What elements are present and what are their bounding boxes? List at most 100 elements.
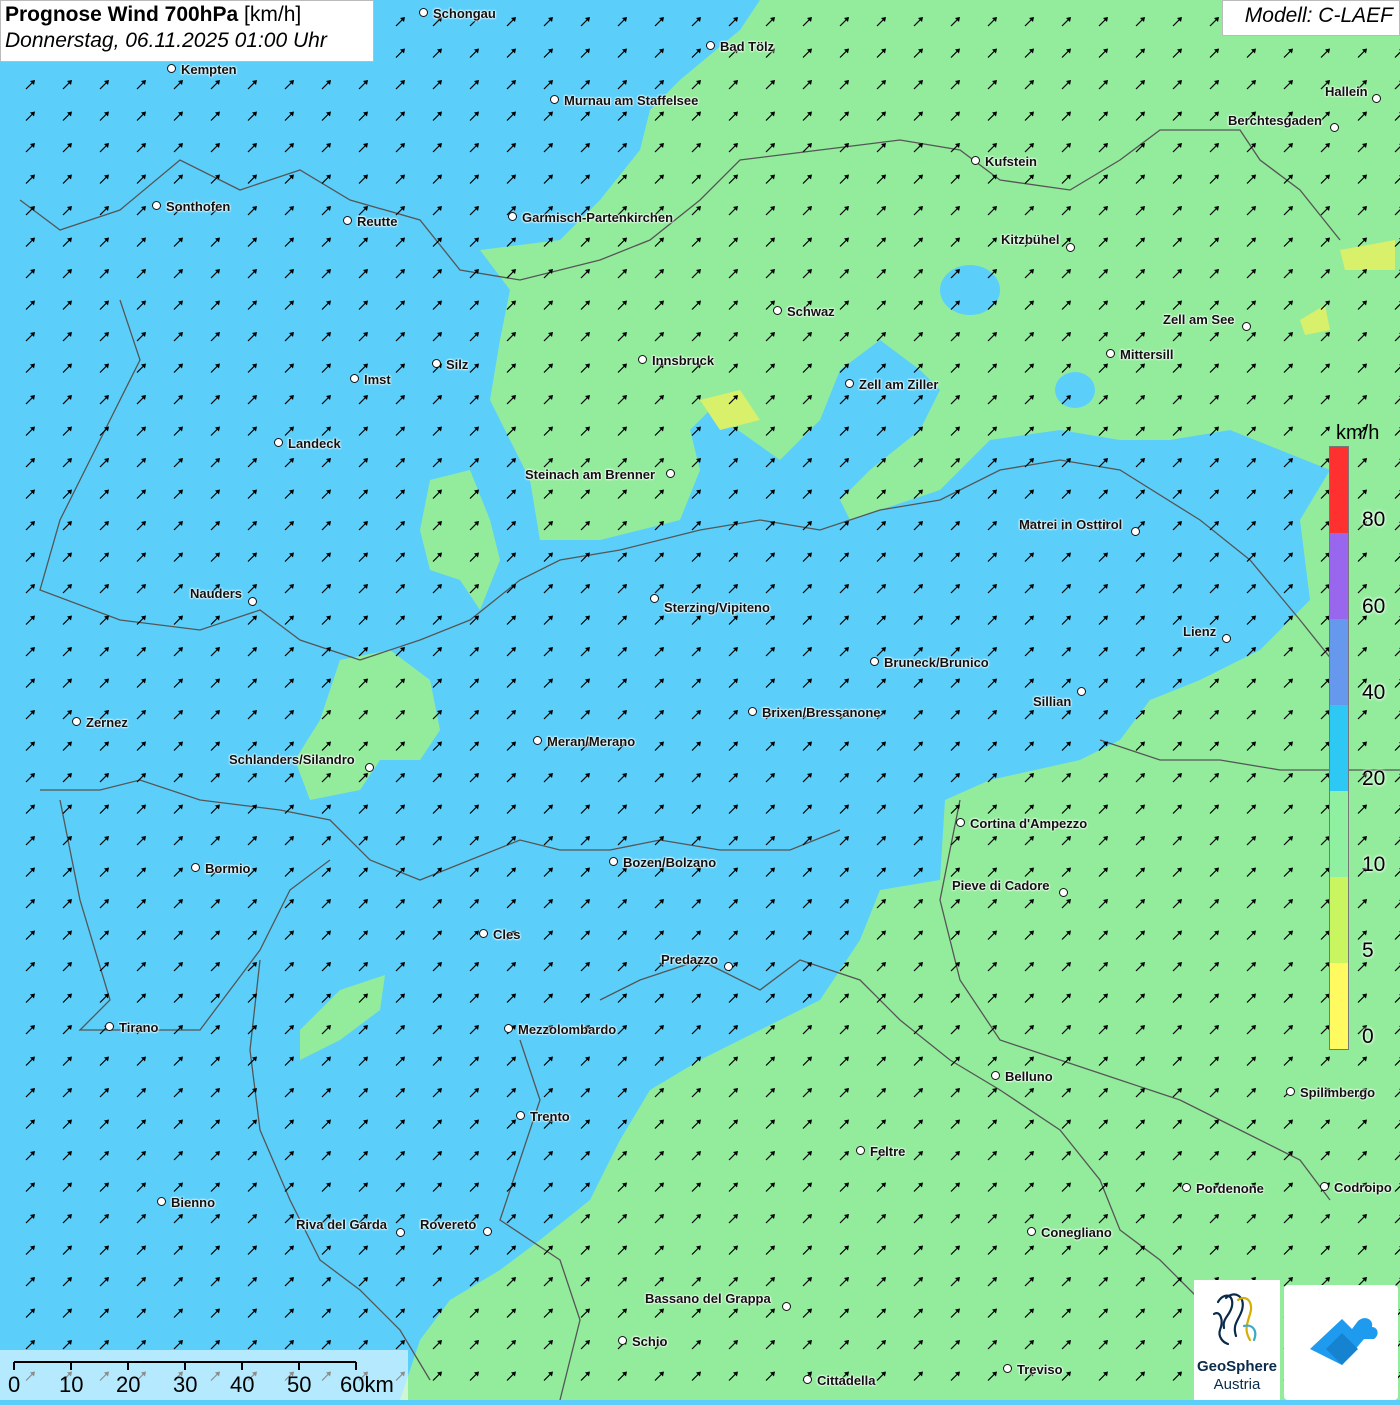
city-label: Conegliano: [1041, 1225, 1112, 1240]
legend-label: 0: [1362, 1025, 1374, 1048]
legend-label: 10: [1362, 853, 1386, 876]
blue-patch-kitzbuehel: [940, 265, 1000, 315]
city-label: Mittersill: [1120, 347, 1174, 362]
map-title-unit: [km/h]: [244, 3, 302, 26]
city-marker-dot: [748, 707, 757, 716]
city-label: Pieve di Cadore: [952, 878, 1050, 893]
city-label: Zell am Ziller: [859, 377, 939, 392]
legend-label: 20: [1362, 767, 1386, 790]
city-marker-dot: [419, 8, 428, 17]
model-label: Modell: C-LAEF: [1222, 0, 1400, 36]
city-marker-dot: [396, 1228, 405, 1237]
city-marker-dot: [856, 1146, 865, 1155]
city-marker-dot: [248, 597, 257, 606]
city-label: Cortina d'Ampezzo: [970, 816, 1088, 831]
city-label: Kitzbühel: [1001, 232, 1060, 247]
city-label: Trento: [530, 1109, 570, 1124]
city-label: Reutte: [357, 214, 398, 229]
city-label: Schlanders/Silandro: [229, 752, 355, 767]
city-label: Tirano: [119, 1020, 159, 1035]
scale-label: 30: [173, 1372, 198, 1397]
city-marker-dot: [350, 374, 359, 383]
city-label: Meran/Merano: [547, 734, 636, 749]
city-marker-dot: [167, 64, 176, 73]
city-marker-dot: [479, 929, 488, 938]
legend-unit: km/h: [1336, 422, 1380, 444]
legend-label: 5: [1362, 939, 1374, 962]
city-marker-dot: [274, 438, 283, 447]
city-marker-dot: [1242, 322, 1251, 331]
city-label: Imst: [364, 372, 391, 387]
city-marker-dot: [105, 1022, 114, 1031]
city-marker-dot: [1182, 1183, 1191, 1192]
scale-label: 40: [230, 1372, 255, 1397]
city-marker-dot: [504, 1024, 513, 1033]
legend-swatch-40: [1330, 619, 1348, 705]
city-marker-dot: [550, 95, 559, 104]
city-label: Garmisch-Partenkirchen: [522, 210, 674, 225]
city-label: Bruneck/Brunico: [884, 655, 989, 670]
city-marker-dot: [516, 1111, 525, 1120]
city-label: Sonthofen: [166, 199, 231, 214]
city-marker-dot: [365, 763, 374, 772]
city-marker-dot: [1106, 349, 1115, 358]
city-marker-dot: [508, 212, 517, 221]
legend-swatch-20: [1330, 705, 1348, 791]
city-label: Steinach am Brenner: [525, 467, 656, 482]
city-label: Spilimbergo: [1300, 1085, 1376, 1100]
geosphere-logo[interactable]: GeoSphere Austria: [1194, 1280, 1280, 1400]
city-label: Zernez: [86, 715, 128, 730]
city-marker-dot: [773, 306, 782, 315]
city-marker-dot: [1027, 1227, 1036, 1236]
legend-swatch-60: [1330, 533, 1348, 619]
city-label: Rovereto: [420, 1217, 477, 1232]
city-label: Kufstein: [985, 154, 1037, 169]
scale-label: 0: [8, 1372, 21, 1397]
city-marker-dot: [1320, 1182, 1329, 1191]
city-label: Kempten: [181, 62, 237, 77]
scale-label: 10: [59, 1372, 84, 1397]
city-marker-dot: [1372, 94, 1381, 103]
city-marker-dot: [609, 857, 618, 866]
geosphere-emblem-icon: [1212, 1293, 1257, 1346]
legend-label: 40: [1362, 681, 1386, 704]
city-marker-dot: [1330, 123, 1339, 132]
city-label: Schwaz: [787, 304, 835, 319]
city-marker-dot: [432, 359, 441, 368]
legend-label: 60: [1362, 595, 1386, 618]
scale-bar: 0 10 20 30 40 50 60km: [0, 1350, 408, 1400]
city-marker-dot: [638, 355, 647, 364]
city-marker-dot: [724, 962, 733, 971]
city-label: Landeck: [288, 436, 341, 451]
city-label: Zell am See: [1163, 312, 1235, 327]
city-label: Murnau am Staffelsee: [564, 93, 699, 108]
city-marker-dot: [845, 379, 854, 388]
city-label: Riva del Garda: [296, 1217, 388, 1232]
legend-label: 80: [1362, 508, 1386, 531]
legend-color-bar: [1329, 446, 1349, 1050]
city-marker-dot: [1077, 687, 1086, 696]
city-marker-dot: [1059, 888, 1068, 897]
city-label: Hallein: [1325, 84, 1368, 99]
city-marker-dot: [533, 736, 542, 745]
city-label: Lienz: [1183, 624, 1217, 639]
city-label: Sterzing/Vipiteno: [664, 600, 770, 615]
city-label: Cles: [493, 927, 521, 942]
legend-swatch-10: [1330, 791, 1348, 877]
city-marker-dot: [72, 717, 81, 726]
title-box: Prognose Wind 700hPa [km/h] Donnerstag, …: [0, 0, 374, 62]
scale-label: 20: [116, 1372, 141, 1397]
blue-patch-mittersill: [1055, 372, 1095, 408]
city-marker-dot: [152, 201, 161, 210]
city-label: Berchtesgaden: [1228, 113, 1322, 128]
city-marker-dot: [1003, 1364, 1012, 1373]
city-label: Bozen/Bolzano: [623, 855, 717, 870]
city-label: Nauders: [190, 586, 243, 601]
city-marker-dot: [782, 1302, 791, 1311]
app-logo[interactable]: [1284, 1285, 1398, 1400]
city-marker-dot: [991, 1071, 1000, 1080]
geosphere-logo-name: GeoSphere: [1196, 1358, 1278, 1375]
forecast-date: Donnerstag, 06.11.2025 01:00 Uhr: [5, 29, 327, 52]
city-marker-dot: [1066, 243, 1075, 252]
city-marker-dot: [157, 1197, 166, 1206]
